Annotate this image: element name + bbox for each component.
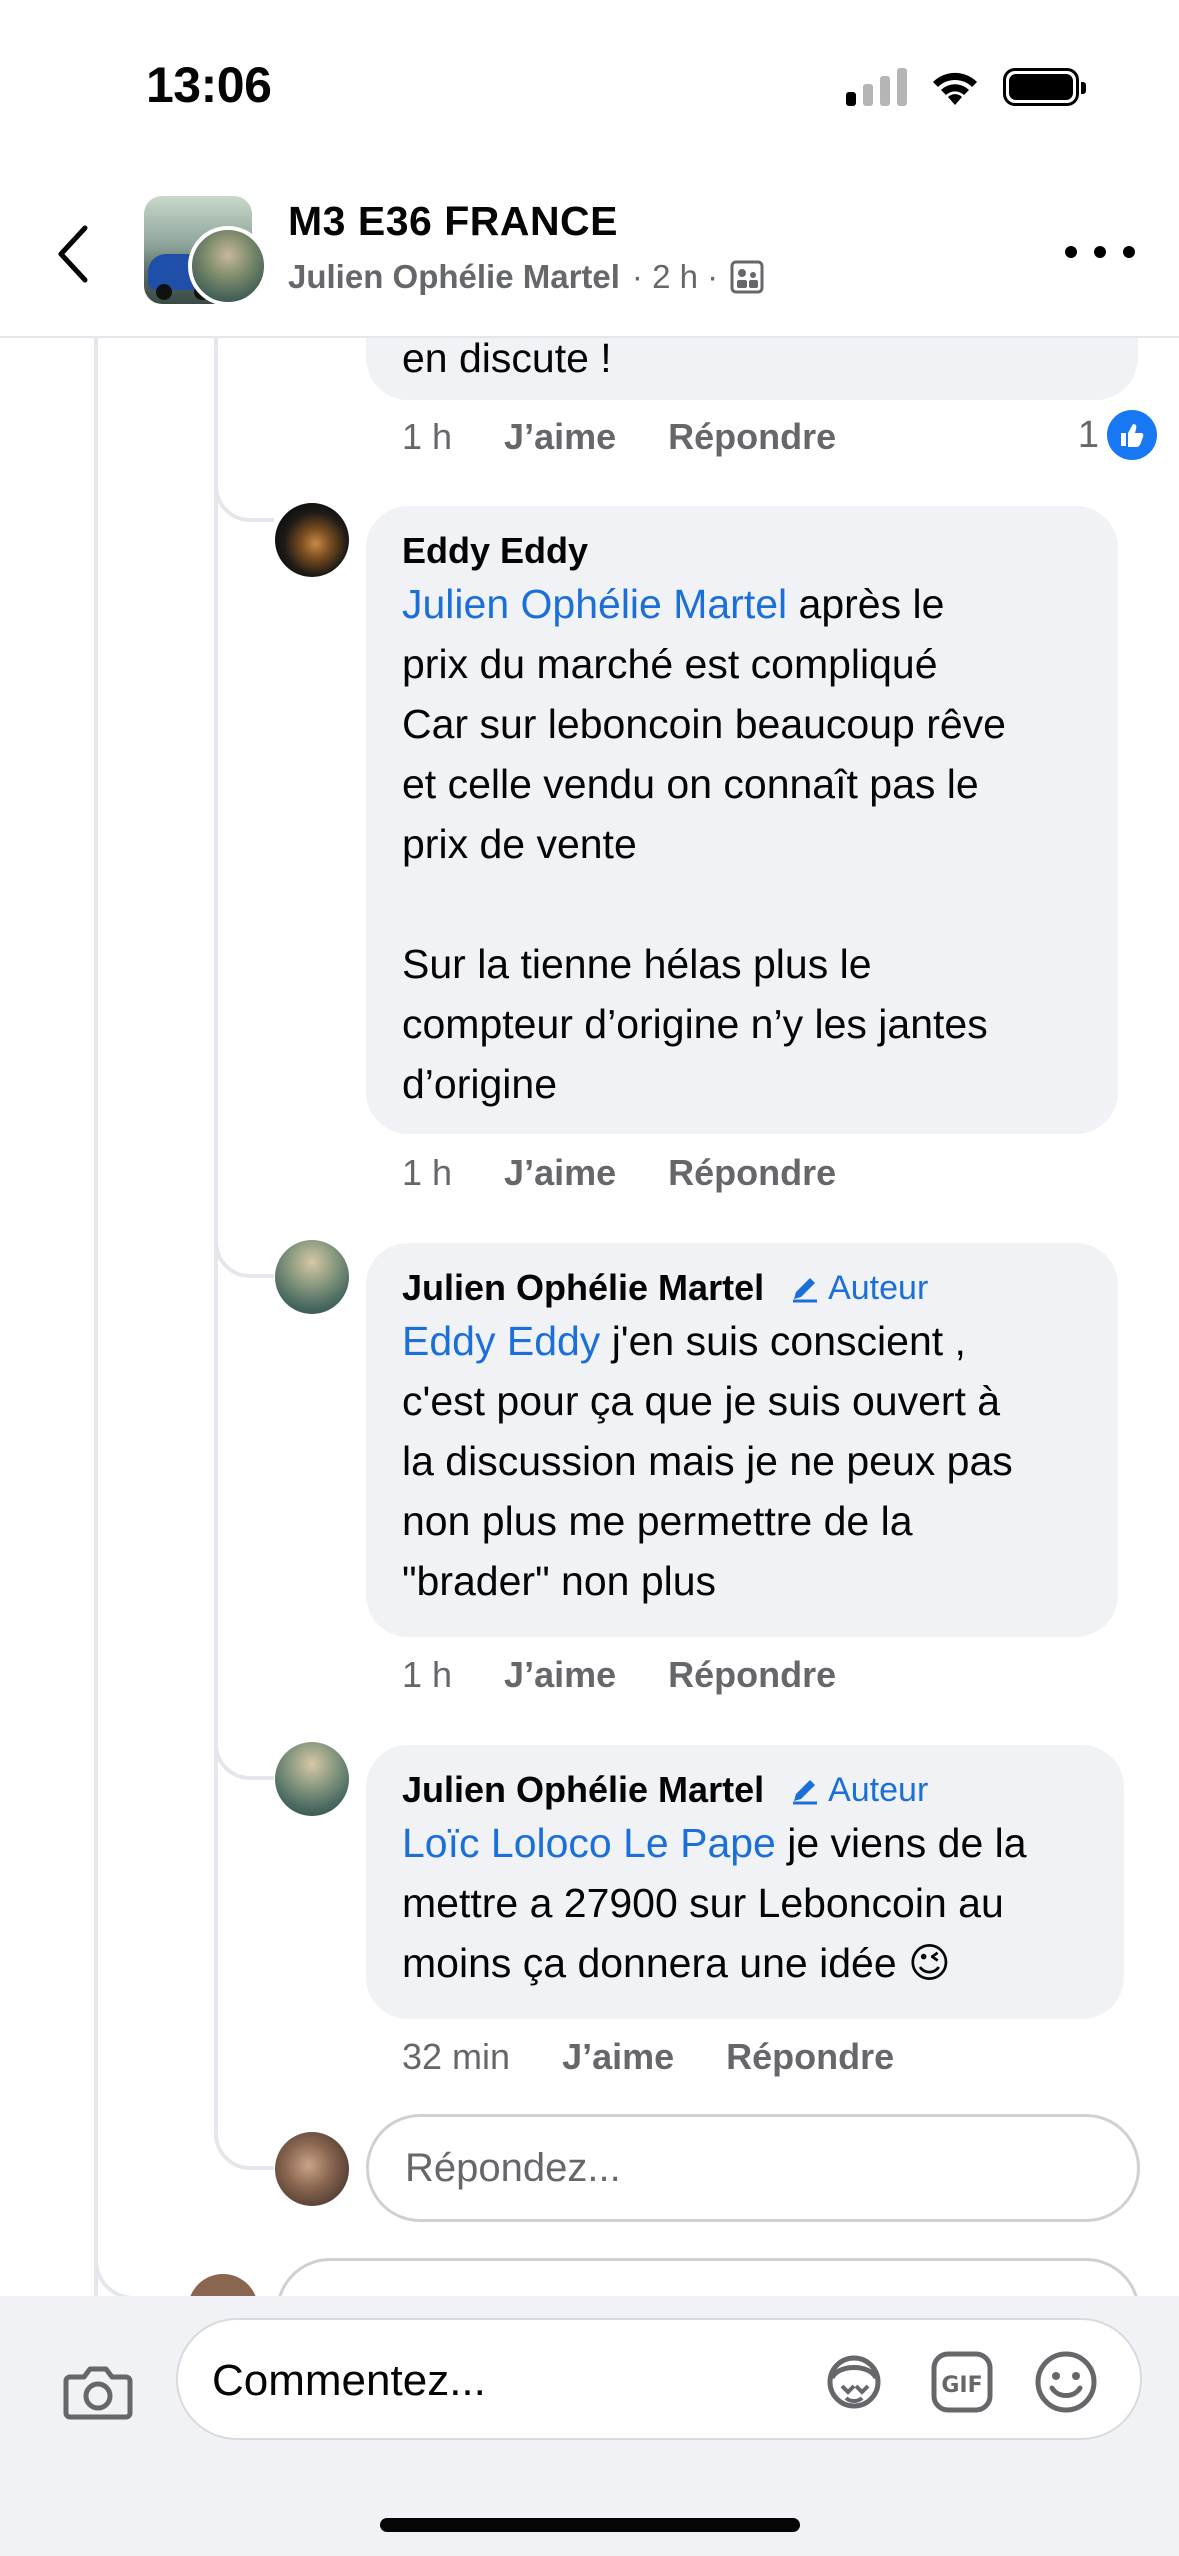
comment-text: Eddy Eddy j'en suis conscient , c'est po…: [402, 1318, 1013, 1604]
home-indicator: [380, 2518, 800, 2532]
post-header: M3 E36 FRANCE Julien Ophélie Martel · 2 …: [0, 170, 1179, 338]
post-author-name[interactable]: Julien Ophélie Martel: [288, 258, 620, 296]
comment-actions: 1 h J’aime Répondre: [402, 1654, 836, 1696]
comment-author[interactable]: Julien Ophélie Martel Auteur: [402, 1767, 1086, 1813]
comment-bubble[interactable]: Julien Ophélie Martel Auteur Loïc Loloco…: [366, 1745, 1124, 2019]
comment-input[interactable]: Commentez... GIF: [176, 2318, 1142, 2440]
camera-icon: [63, 2366, 133, 2420]
thread-line: [94, 2240, 154, 2300]
mention-link[interactable]: Julien Ophélie Martel: [402, 581, 787, 627]
commenter-avatar[interactable]: [275, 1742, 349, 1816]
comment-actions: 32 min J’aime Répondre: [402, 2036, 894, 2078]
like-button[interactable]: J’aime: [504, 1152, 616, 1194]
like-button[interactable]: J’aime: [562, 2036, 674, 2078]
comment-placeholder: Commentez...: [212, 2356, 486, 2405]
mention-link[interactable]: Eddy Eddy: [402, 1318, 600, 1364]
reply-button[interactable]: Répondre: [668, 416, 836, 458]
group-photo-icon: [730, 260, 764, 294]
comment-time: 32 min: [402, 2036, 511, 2077]
post-time: · 2 h ·: [631, 258, 719, 295]
more-options-button[interactable]: [1065, 232, 1135, 272]
back-chevron-icon: [58, 225, 88, 283]
emoji-button[interactable]: [1030, 2346, 1102, 2418]
comment-text: Julien Ophélie Martel après le prix du m…: [402, 581, 1006, 1107]
mention-link[interactable]: Loïc Loloco Le Pape: [402, 1820, 776, 1866]
reply-branch: [214, 2110, 274, 2170]
svg-text:GIF: GIF: [941, 2373, 982, 2398]
comment-time: 1 h: [402, 1654, 453, 1695]
thread-line: [94, 338, 98, 2298]
wifi-icon: [933, 72, 977, 105]
comment-actions: 1 h J’aime Répondre: [402, 416, 836, 458]
author-badge: Auteur: [790, 1265, 928, 1311]
reply-input[interactable]: Répondez...: [366, 2114, 1140, 2222]
comment-bubble[interactable]: Eddy Eddy Julien Ophélie Martel après le…: [366, 506, 1118, 1134]
signal-icon: [846, 68, 907, 106]
reaction-count[interactable]: 1: [1078, 410, 1157, 460]
comment-time: 1 h: [402, 1152, 453, 1193]
status-time: 13:06: [146, 57, 272, 113]
comment-actions: 1 h J’aime Répondre: [402, 1152, 836, 1194]
reply-button[interactable]: Répondre: [668, 1152, 836, 1194]
camera-button[interactable]: [58, 2356, 138, 2426]
back-button[interactable]: [48, 222, 98, 286]
comment-author[interactable]: Julien Ophélie Martel Auteur: [402, 1265, 1080, 1311]
more-icon: [1065, 246, 1077, 258]
status-icons: [846, 62, 1086, 112]
gif-icon: GIF: [931, 2351, 993, 2413]
comment-bubble[interactable]: Julien Ophélie Martel Auteur Eddy Eddy j…: [366, 1243, 1118, 1637]
like-button[interactable]: J’aime: [504, 416, 616, 458]
reply-button[interactable]: Répondre: [726, 2036, 894, 2078]
avatar-sticker-button[interactable]: [818, 2346, 890, 2418]
emoji-icon: [1035, 2351, 1097, 2413]
comment-composer: Commentez... GIF: [0, 2296, 1179, 2556]
my-avatar: [275, 2132, 349, 2206]
reply-branch: [214, 462, 274, 522]
like-icon: [1107, 410, 1157, 460]
group-name[interactable]: M3 E36 FRANCE: [288, 198, 618, 245]
battery-icon: [1003, 68, 1086, 106]
post-subtitle: Julien Ophélie Martel · 2 h ·: [288, 258, 764, 296]
author-avatar[interactable]: [188, 226, 268, 306]
reply-branch: [214, 1218, 274, 1278]
author-badge: Auteur: [790, 1767, 928, 1813]
like-button[interactable]: J’aime: [504, 1654, 616, 1696]
comment-author[interactable]: Eddy Eddy: [402, 528, 1080, 574]
avatar-sticker-icon: [827, 2355, 881, 2409]
comment-text: Loïc Loloco Le Pape je viens de la mettr…: [402, 1820, 1027, 1986]
pencil-icon: [793, 1780, 818, 1805]
reply-button[interactable]: Répondre: [668, 1654, 836, 1696]
gif-button[interactable]: GIF: [926, 2346, 998, 2418]
commenter-avatar[interactable]: [275, 503, 349, 577]
commenter-avatar[interactable]: [275, 1240, 349, 1314]
reaction-number: 1: [1077, 413, 1099, 456]
pencil-icon: [793, 1278, 818, 1303]
comment-time: 1 h: [402, 416, 453, 457]
reply-branch: [214, 1720, 274, 1780]
